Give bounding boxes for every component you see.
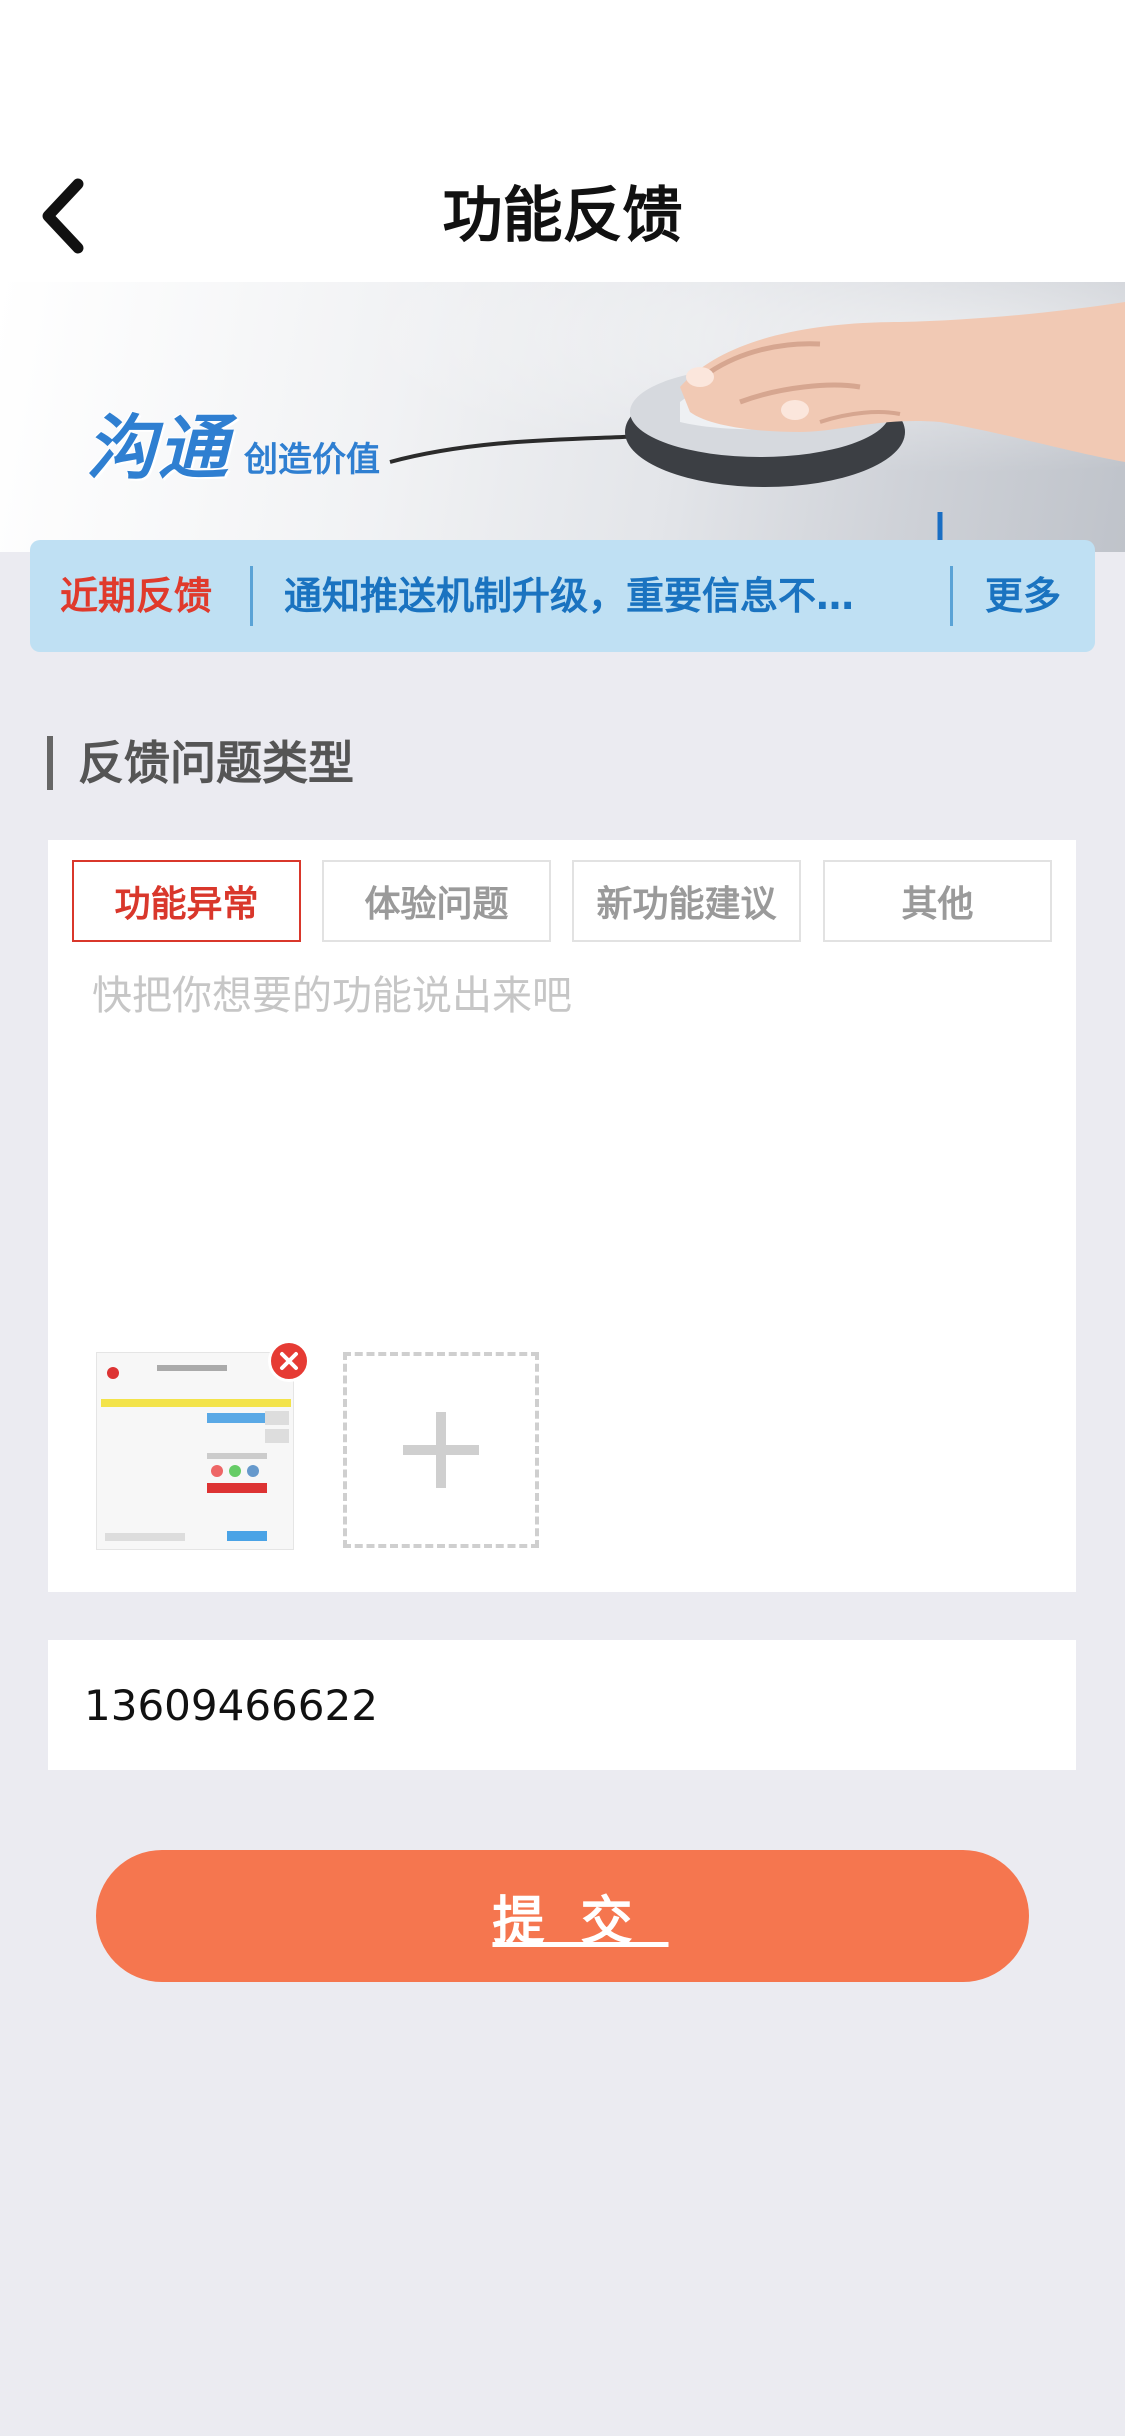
- remove-attachment-button[interactable]: [268, 1340, 310, 1382]
- section-marker: [47, 736, 53, 790]
- status-bar: [0, 0, 1125, 150]
- recent-feedback-text[interactable]: 通知推送机制升级，重要信息不…: [284, 572, 924, 620]
- notice-divider: [250, 566, 253, 626]
- type-tab-experience[interactable]: 体验问题: [322, 860, 551, 942]
- more-link[interactable]: 更多: [985, 572, 1061, 620]
- phone-input[interactable]: [84, 1640, 1034, 1770]
- notice-divider: [950, 566, 953, 626]
- add-attachment-button[interactable]: [343, 1352, 539, 1548]
- section-title: 反馈问题类型: [78, 736, 354, 790]
- attachment-thumbnail[interactable]: [96, 1352, 294, 1550]
- banner-tagline: 创造价值: [244, 440, 380, 480]
- recent-feedback-bar: 近期反馈 通知推送机制升级，重要信息不… 更多: [30, 540, 1095, 652]
- phone-field[interactable]: [48, 1640, 1076, 1770]
- type-tab-function-error[interactable]: 功能异常: [72, 860, 301, 942]
- feedback-textarea[interactable]: [92, 970, 1032, 1150]
- feedback-form-card: 功能异常 体验问题 新功能建议 其他: [48, 840, 1076, 1592]
- nav-bar: 功能反馈: [0, 150, 1125, 282]
- mouse-hand-illustration: [389, 302, 1125, 552]
- plus-icon: [403, 1412, 479, 1488]
- screenshot-preview: [97, 1353, 293, 1549]
- recent-feedback-label: 近期反馈: [60, 574, 213, 618]
- submit-button[interactable]: 提交: [96, 1850, 1029, 1982]
- close-icon: [280, 1352, 298, 1370]
- banner: 沟通 创造价值: [0, 282, 1125, 552]
- banner-headline: 沟通: [86, 407, 230, 489]
- type-tab-other[interactable]: 其他: [823, 860, 1052, 942]
- type-tab-new-feature[interactable]: 新功能建议: [572, 860, 801, 942]
- page-title: 功能反馈: [442, 181, 683, 251]
